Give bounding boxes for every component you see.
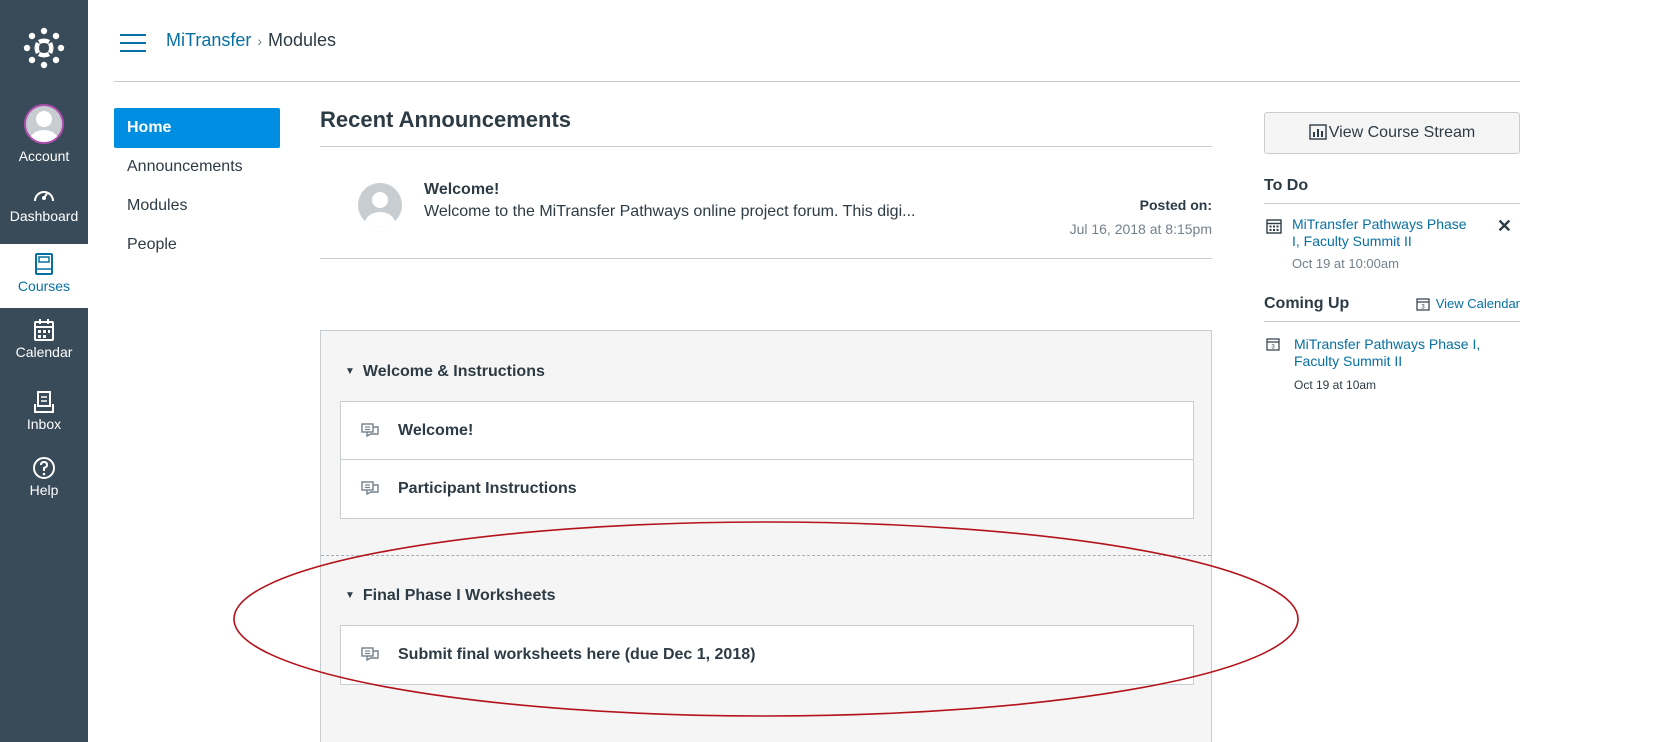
module-item[interactable]: Welcome! <box>341 402 1193 460</box>
global-nav-label: Courses <box>17 278 71 294</box>
course-nav-modules[interactable]: Modules <box>114 186 280 226</box>
book-icon <box>35 253 53 275</box>
global-nav-dashboard[interactable]: Dashboard <box>0 184 88 224</box>
collapse-triangle-icon: ▼ <box>345 366 355 377</box>
view-course-stream-button[interactable]: View Course Stream <box>1264 112 1520 154</box>
todo-item-date: Oct 19 at 10:00am <box>1292 256 1399 271</box>
breadcrumb: MiTransfer › Modules <box>166 30 336 51</box>
coming-up-item-link[interactable]: MiTransfer Pathways Phase I, Faculty Sum… <box>1294 336 1494 370</box>
module-header-welcome[interactable]: ▼ Welcome & Instructions <box>345 363 545 381</box>
calendar-icon: 3 <box>1266 338 1280 351</box>
view-calendar-label: View Calendar <box>1435 296 1520 311</box>
todo-heading: To Do <box>1264 176 1520 204</box>
discussion-icon <box>361 423 379 438</box>
hamburger-menu-icon[interactable] <box>120 34 146 52</box>
module-header-final-worksheets[interactable]: ▼ Final Phase I Worksheets <box>345 587 556 605</box>
module-title: Welcome & Instructions <box>362 363 545 380</box>
stream-chart-icon <box>1309 124 1327 140</box>
posted-on-label: Posted on: <box>1139 197 1212 213</box>
page-header: MiTransfer › Modules <box>114 0 1520 82</box>
module-title: Final Phase I Worksheets <box>362 587 556 604</box>
global-nav-label: Account <box>18 148 70 164</box>
global-nav-label: Inbox <box>26 416 62 432</box>
announcement-preview: Welcome to the MiTransfer Pathways onlin… <box>424 203 916 220</box>
global-nav-label: Calendar <box>15 344 73 360</box>
announcement-title[interactable]: Welcome! <box>424 181 499 199</box>
module-item-title[interactable]: Submit final worksheets here (due Dec 1,… <box>398 646 755 664</box>
recent-announcements: Recent Announcements Welcome! Welcome to… <box>320 108 1212 259</box>
discussion-icon <box>361 481 379 496</box>
author-avatar <box>358 183 402 227</box>
breadcrumb-course-link[interactable]: MiTransfer <box>166 30 251 50</box>
coming-up-item[interactable]: 3 MiTransfer Pathways Phase I, Faculty S… <box>1264 322 1520 392</box>
global-nav-help[interactable]: Help <box>0 456 88 498</box>
dismiss-todo-icon[interactable]: ✕ <box>1497 216 1512 237</box>
view-calendar-link[interactable]: 3 View Calendar <box>1416 294 1520 314</box>
coming-up-title: Coming Up <box>1264 295 1350 312</box>
course-navigation: Home Announcements Modules People <box>114 108 280 265</box>
course-nav-announcements[interactable]: Announcements <box>114 147 280 187</box>
global-nav-account[interactable]: Account <box>0 104 88 164</box>
right-sidebar: View Course Stream To Do MiTransfer Path… <box>1264 112 1520 392</box>
module-divider <box>321 555 1211 556</box>
announcement-item[interactable]: Welcome! Welcome to the MiTransfer Pathw… <box>320 147 1212 259</box>
canvas-logo-icon[interactable] <box>22 26 66 70</box>
todo-item-link[interactable]: MiTransfer Pathways Phase I, Faculty Sum… <box>1292 216 1472 250</box>
coming-up-item-date: Oct 19 at 10am <box>1294 378 1377 392</box>
coming-up-heading: Coming Up 3 View Calendar <box>1264 294 1520 322</box>
module-item-title[interactable]: Welcome! <box>398 422 473 440</box>
button-label: View Course Stream <box>1328 124 1476 141</box>
todo-item[interactable]: MiTransfer Pathways Phase I, Faculty Sum… <box>1264 204 1520 276</box>
module-item[interactable]: Submit final worksheets here (due Dec 1,… <box>341 626 1193 684</box>
module-item[interactable]: Participant Instructions <box>341 460 1193 518</box>
calendar-icon: 3 <box>1416 298 1430 311</box>
announcements-heading: Recent Announcements <box>320 107 572 132</box>
global-nav-label: Help <box>29 482 59 498</box>
posted-date: Jul 16, 2018 at 8:15pm <box>1069 221 1212 237</box>
module-item-title[interactable]: Participant Instructions <box>398 480 577 498</box>
course-nav-people[interactable]: People <box>114 225 280 265</box>
breadcrumb-current-page: Modules <box>268 30 337 50</box>
help-icon <box>33 457 55 479</box>
global-nav-courses[interactable]: Courses <box>0 244 88 308</box>
module-items: Submit final worksheets here (due Dec 1,… <box>340 625 1194 685</box>
user-avatar <box>24 104 64 144</box>
speedometer-icon <box>34 191 54 202</box>
module-items: Welcome! Participant Instructions <box>340 401 1194 519</box>
inbox-icon <box>34 391 54 413</box>
discussion-icon <box>361 647 379 662</box>
course-nav-home[interactable]: Home <box>114 108 280 148</box>
global-nav-inbox[interactable]: Inbox <box>0 390 88 432</box>
collapse-triangle-icon: ▼ <box>345 590 355 601</box>
calendar-icon <box>34 319 54 341</box>
global-nav-calendar[interactable]: Calendar <box>0 318 88 360</box>
calendar-event-icon <box>1266 219 1282 234</box>
breadcrumb-separator: › <box>257 33 263 49</box>
global-navigation: Account Dashboard Courses Calendar Inbox… <box>0 0 88 742</box>
modules-container: ▼ Welcome & Instructions Welcome! Partici… <box>320 330 1212 742</box>
global-nav-label: Dashboard <box>9 208 79 224</box>
